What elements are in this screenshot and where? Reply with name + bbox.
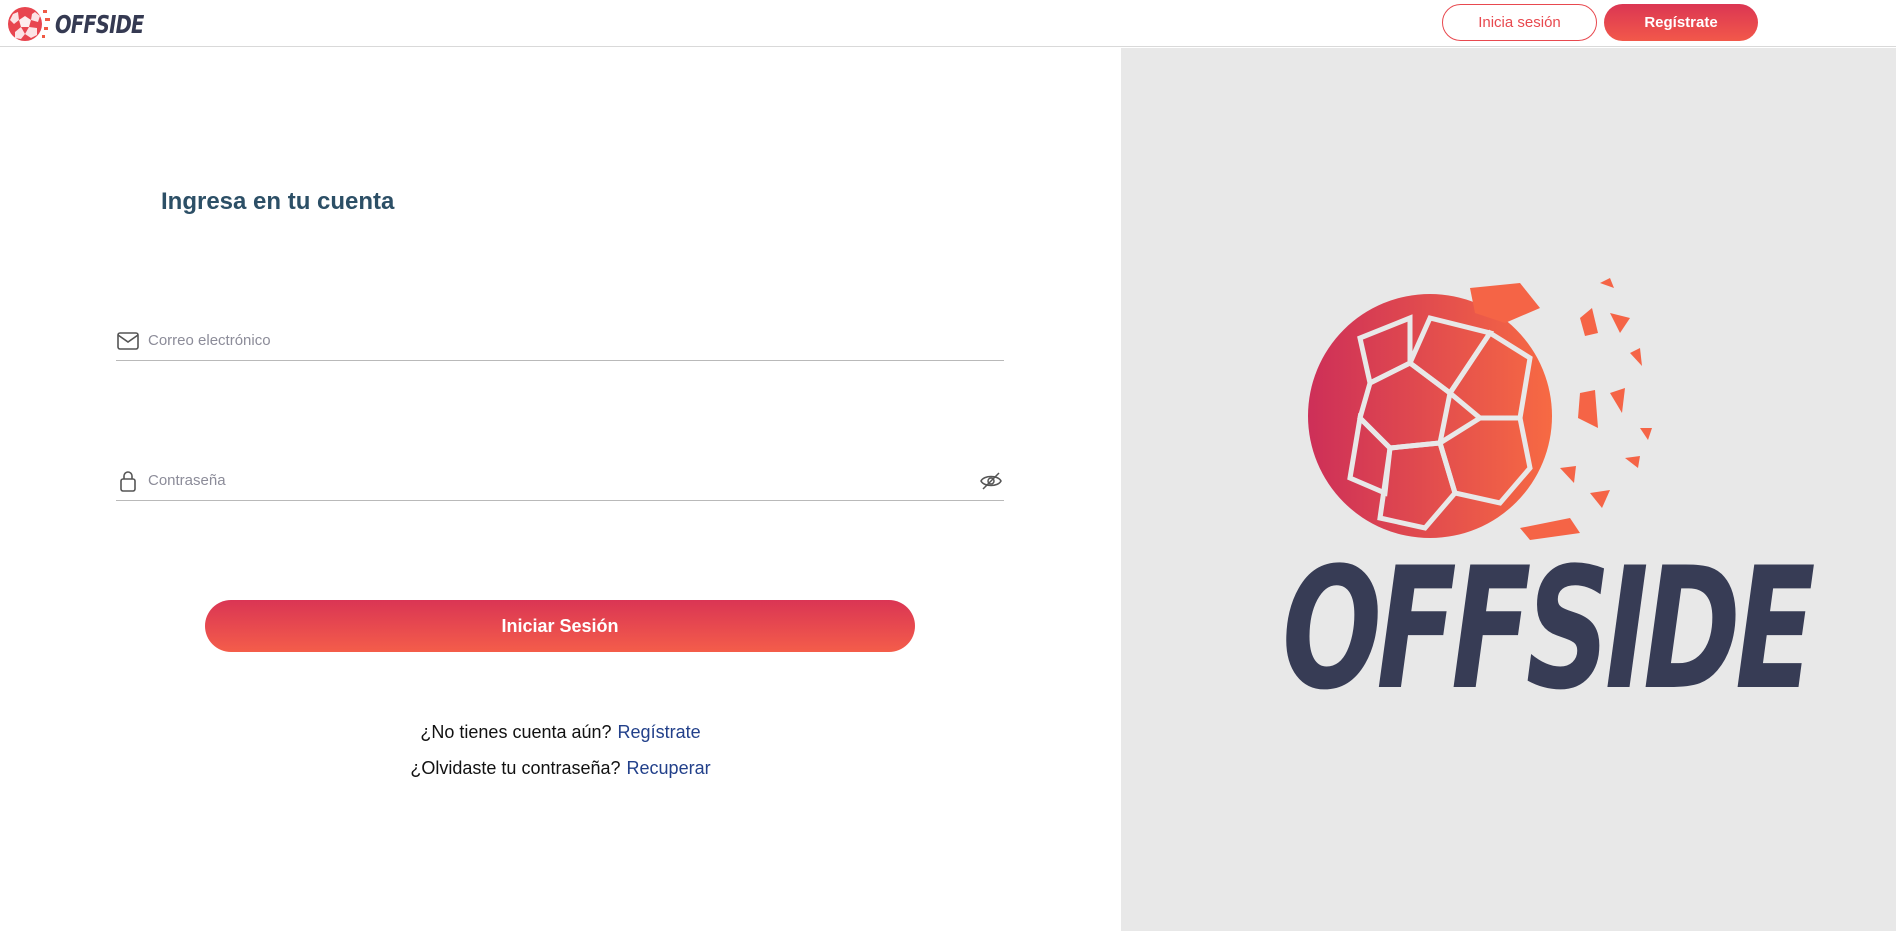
top-navbar: OFFSIDE Inicia sesión Regístrate: [0, 0, 1896, 47]
register-button[interactable]: Regístrate: [1604, 4, 1758, 41]
brand-name: OFFSIDE: [55, 9, 144, 39]
forgot-password-text: ¿Olvidaste tu contraseña?: [410, 758, 621, 778]
email-input[interactable]: [148, 325, 1004, 356]
lock-icon: [116, 470, 140, 492]
soccer-ball-icon: [8, 7, 50, 41]
submit-login-button[interactable]: Iniciar Sesión: [205, 600, 915, 652]
login-button[interactable]: Inicia sesión: [1442, 4, 1597, 41]
mail-icon: [116, 330, 140, 352]
eye-off-icon[interactable]: [978, 470, 1004, 492]
hero-brand-name: OFFSIDE: [1282, 531, 1815, 727]
forgot-password-line: ¿Olvidaste tu contraseña? Recuperar: [0, 758, 1121, 779]
brand-logo[interactable]: OFFSIDE: [5, 3, 169, 45]
form-title: Ingresa en tu cuenta: [161, 188, 395, 215]
no-account-text: ¿No tienes cuenta aún?: [420, 722, 612, 742]
no-account-line: ¿No tienes cuenta aún? Regístrate: [0, 722, 1121, 743]
email-field: [116, 321, 1004, 361]
register-link[interactable]: Regístrate: [618, 722, 701, 742]
password-input[interactable]: [148, 465, 978, 496]
password-field: [116, 461, 1004, 501]
recover-link[interactable]: Recuperar: [627, 758, 711, 778]
